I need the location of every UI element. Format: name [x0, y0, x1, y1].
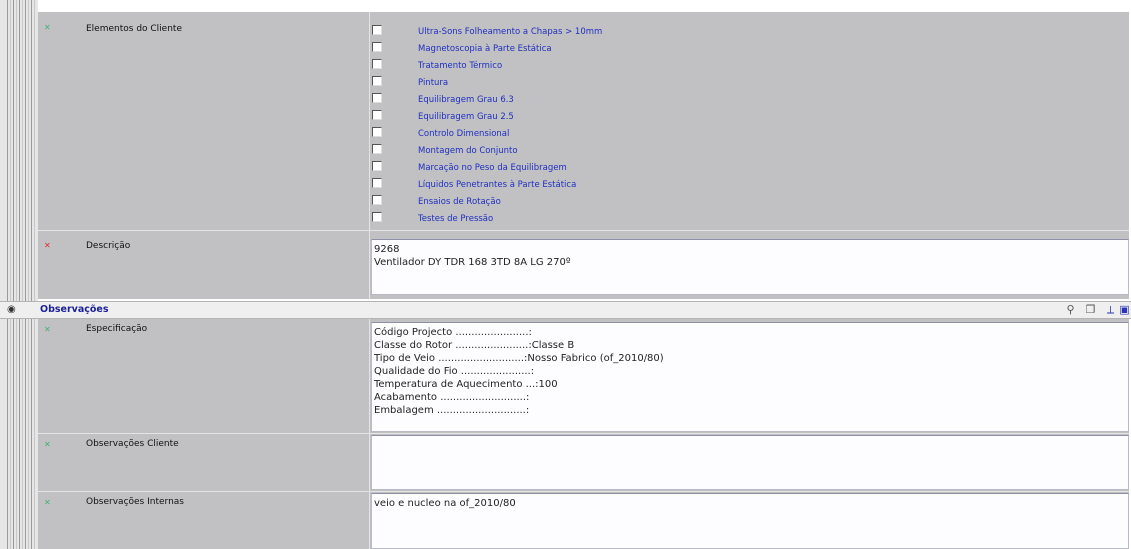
descricao-label: Descrição: [86, 241, 131, 251]
green-bullet-icon: ✕: [44, 325, 51, 334]
column-separator: [369, 319, 370, 549]
checkbox-label[interactable]: Montagem do Conjunto: [418, 146, 518, 156]
checkbox[interactable]: [372, 76, 382, 86]
checkbox[interactable]: [372, 59, 382, 69]
observacoes-title: Observações: [40, 304, 109, 315]
checkbox-label[interactable]: Equilibragem Grau 2.5: [418, 112, 514, 122]
row-separator: [38, 433, 1129, 434]
checkbox[interactable]: [372, 127, 382, 137]
row-separator: [38, 230, 1129, 231]
checkbox[interactable]: [372, 93, 382, 103]
checkbox[interactable]: [372, 161, 382, 171]
gutter-line: [31, 0, 32, 549]
row-separator: [38, 491, 1129, 492]
green-bullet-icon: ✕: [44, 23, 51, 32]
checkbox[interactable]: [372, 110, 382, 120]
checkbox-label[interactable]: Equilibragem Grau 6.3: [418, 95, 514, 105]
checkbox-label[interactable]: Ultra-Sons Folheamento a Chapas > 10mm: [418, 27, 602, 37]
obs-internas-field[interactable]: veio e nucleo na of_2010/80: [371, 493, 1129, 549]
collapse-icon[interactable]: ▣: [1118, 303, 1131, 316]
gutter-line: [28, 0, 29, 549]
column-separator: [369, 12, 370, 299]
gutter-line: [7, 0, 8, 549]
checkbox[interactable]: [372, 178, 382, 188]
checkbox-label[interactable]: Ensaios de Rotação: [418, 197, 501, 207]
especificacao-label: Especificação: [86, 324, 148, 334]
checkbox[interactable]: [372, 195, 382, 205]
checkbox[interactable]: [372, 42, 382, 52]
green-bullet-icon: ✕: [44, 498, 51, 507]
eye-icon[interactable]: ◉: [7, 304, 18, 315]
client-section: ✕ Elementos do Cliente Ultra-Sons Folhea…: [38, 12, 1129, 299]
red-bullet-icon: ✕: [44, 241, 51, 250]
especificacao-field[interactable]: Código Projecto .......................:…: [371, 322, 1129, 432]
obs-cliente-label: Observações Cliente: [86, 439, 179, 449]
checkbox-label[interactable]: Líquidos Penetrantes à Parte Estática: [418, 180, 576, 190]
checkbox-label[interactable]: Tratamento Térmico: [418, 61, 502, 71]
checkbox-label[interactable]: Magnetoscopia à Parte Estática: [418, 44, 552, 54]
observacoes-section: ✕ Especificação Código Projecto ........…: [38, 319, 1129, 549]
gutter-line: [19, 0, 20, 549]
checkbox-label[interactable]: Controlo Dimensional: [418, 129, 509, 139]
gutter-line: [10, 0, 11, 549]
obs-internas-label: Observações Internas: [86, 497, 184, 507]
copy-icon[interactable]: ❐: [1084, 303, 1097, 316]
gutter-line: [25, 0, 26, 549]
checkbox[interactable]: [372, 212, 382, 222]
checkbox[interactable]: [372, 144, 382, 154]
descricao-field[interactable]: 9268 Ventilador DY TDR 168 3TD 8A LG 270…: [371, 239, 1129, 295]
edit-icon[interactable]: ⟂: [1104, 303, 1117, 316]
help-icon[interactable]: ⚲: [1064, 303, 1077, 316]
checkbox-label[interactable]: Marcação no Peso da Equilibragem: [418, 163, 567, 173]
gutter-line: [13, 0, 14, 549]
obs-cliente-field[interactable]: [371, 435, 1129, 490]
checkbox[interactable]: [372, 25, 382, 35]
gutter-line: [34, 0, 35, 549]
observacoes-header[interactable]: ◉ Observações ⚲ ❐ ⟂ ▣: [0, 301, 1131, 319]
gutter-line: [16, 0, 17, 549]
checkbox-label[interactable]: Testes de Pressão: [418, 214, 493, 224]
checkbox-label[interactable]: Pintura: [418, 78, 448, 88]
gutter-line: [22, 0, 23, 549]
elementos-label: Elementos do Cliente: [86, 24, 182, 34]
green-bullet-icon: ✕: [44, 440, 51, 449]
